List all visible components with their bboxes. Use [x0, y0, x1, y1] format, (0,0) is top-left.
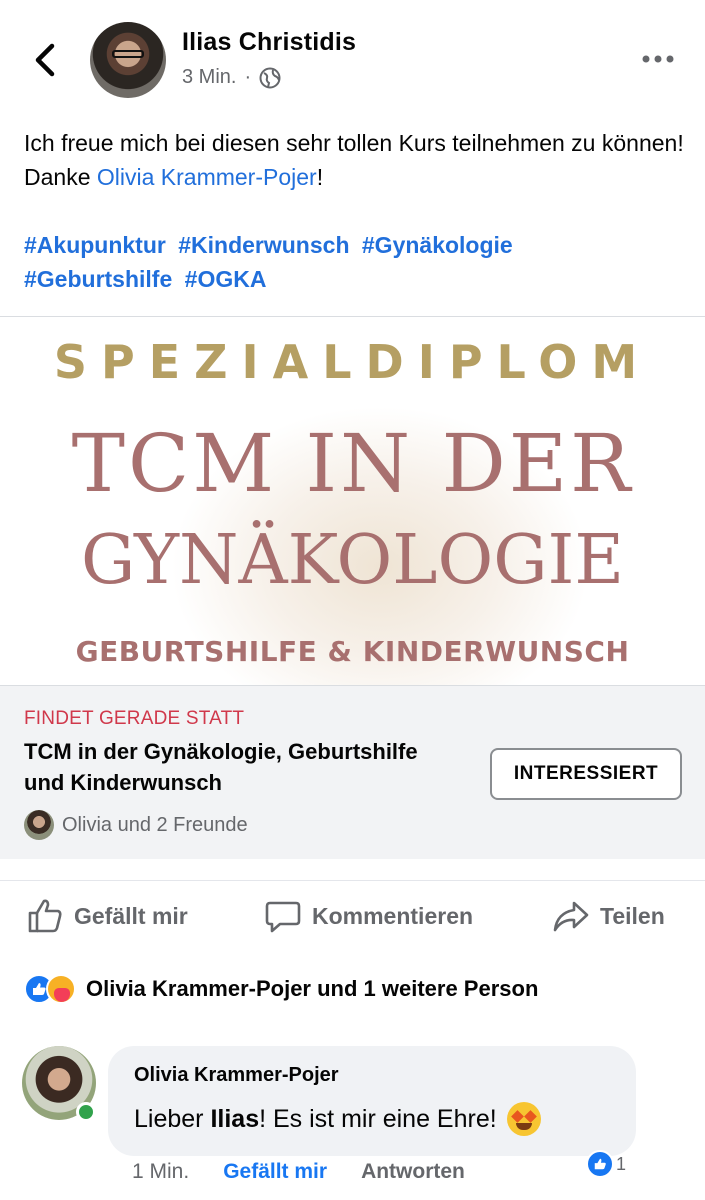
comment-author[interactable]: Olivia Krammer-Pojer — [134, 1064, 339, 1087]
event-friends-text: Olivia und 2 Freunde — [62, 813, 248, 836]
hashtag-link[interactable]: #Geburtshilfe — [24, 266, 172, 292]
hashtag-link[interactable]: #Akupunktur — [24, 232, 166, 258]
friend-avatar — [24, 810, 54, 840]
like-label: Gefällt mir — [74, 902, 188, 929]
post-header: Ilias Christidis 3 Min. · — [0, 0, 705, 118]
post-meta: 3 Min. · — [182, 66, 281, 89]
event-cover-image[interactable]: SPEZIALDIPLOM TCM IN DER GYNÄKOLOGIE GEB… — [0, 317, 705, 685]
image-subheading: GEBURTSHILFE & KINDERWUNSCH — [75, 635, 630, 668]
event-status: FINDET GERADE STATT — [24, 708, 245, 729]
post-text-end: ! — [316, 164, 324, 190]
author-avatar[interactable] — [90, 22, 166, 98]
comment-reaction-number: 1 — [616, 1153, 627, 1174]
post-time[interactable]: 3 Min. — [182, 66, 236, 89]
comment-bubble[interactable]: Olivia Krammer-Pojer Lieber Ilias! Es is… — [108, 1046, 636, 1156]
reactions-text: Olivia Krammer-Pojer und 1 weitere Perso… — [86, 976, 539, 1001]
interested-button[interactable]: INTERESSIERT — [490, 748, 682, 800]
hashtag-link[interactable]: #Gynäkologie — [362, 232, 513, 258]
comment-text-start: Lieber — [134, 1104, 204, 1133]
comment-text-end: ! Es ist mir eine Ehre! — [259, 1104, 497, 1133]
comment-time: 1 Min. — [132, 1160, 190, 1183]
care-reaction-icon — [46, 974, 76, 1004]
comment-meta: 1 Min. Gefällt mir Antworten — [132, 1160, 465, 1184]
comment-label: Kommentieren — [312, 902, 474, 929]
hashtag-link[interactable]: #OGKA — [185, 266, 267, 292]
globe-icon — [259, 67, 281, 88]
comment-reply-button[interactable]: Antworten — [361, 1160, 465, 1184]
share-label: Teilen — [600, 902, 665, 929]
share-arrow-icon — [553, 901, 589, 932]
post-action-bar: Gefällt mir Kommentieren Teilen — [0, 880, 705, 952]
more-options-icon[interactable] — [641, 52, 675, 66]
image-heading-spezialdiplom: SPEZIALDIPLOM — [53, 335, 652, 389]
comment-text: Lieber Ilias! Es ist mir eine Ehre! — [134, 1102, 541, 1136]
back-arrow-icon[interactable] — [28, 40, 62, 80]
comment-mention[interactable]: Ilias — [210, 1105, 259, 1134]
star-struck-emoji-icon — [506, 1102, 541, 1136]
event-title[interactable]: TCM in der Gynäkologie, Geburtshilfe und… — [24, 736, 464, 798]
like-reaction-icon — [586, 1150, 614, 1178]
reactions-summary[interactable]: Olivia Krammer-Pojer und 1 weitere Perso… — [24, 974, 538, 1004]
author-name[interactable]: Ilias Christidis — [182, 28, 356, 57]
hashtag-link[interactable]: #Kinderwunsch — [178, 232, 349, 258]
comment-button[interactable]: Kommentieren — [264, 897, 473, 935]
comment-reaction-count[interactable]: 1 — [586, 1150, 626, 1178]
post-text: Ich freue mich bei diesen sehr tollen Ku… — [24, 126, 684, 194]
event-card[interactable]: SPEZIALDIPLOM TCM IN DER GYNÄKOLOGIE GEB… — [0, 316, 705, 859]
online-status-indicator — [76, 1102, 96, 1122]
meta-separator: · — [244, 66, 252, 88]
share-button[interactable]: Teilen — [552, 897, 665, 935]
event-info: FINDET GERADE STATT TCM in der Gynäkolog… — [0, 685, 705, 859]
comment-bubble-icon — [265, 901, 301, 933]
hashtag-list: #Akupunktur #Kinderwunsch #Gynäkologie #… — [24, 228, 684, 296]
post-mention-link[interactable]: Olivia Krammer-Pojer — [97, 164, 317, 190]
image-heading-tcm: TCM IN DER — [71, 417, 634, 510]
image-heading-gynaekologie: GYNÄKOLOGIE — [80, 521, 625, 600]
like-button[interactable]: Gefällt mir — [26, 897, 188, 935]
thumbs-up-icon — [28, 899, 62, 933]
comment-like-button[interactable]: Gefällt mir — [223, 1160, 327, 1184]
event-friends[interactable]: Olivia und 2 Freunde — [24, 810, 248, 840]
